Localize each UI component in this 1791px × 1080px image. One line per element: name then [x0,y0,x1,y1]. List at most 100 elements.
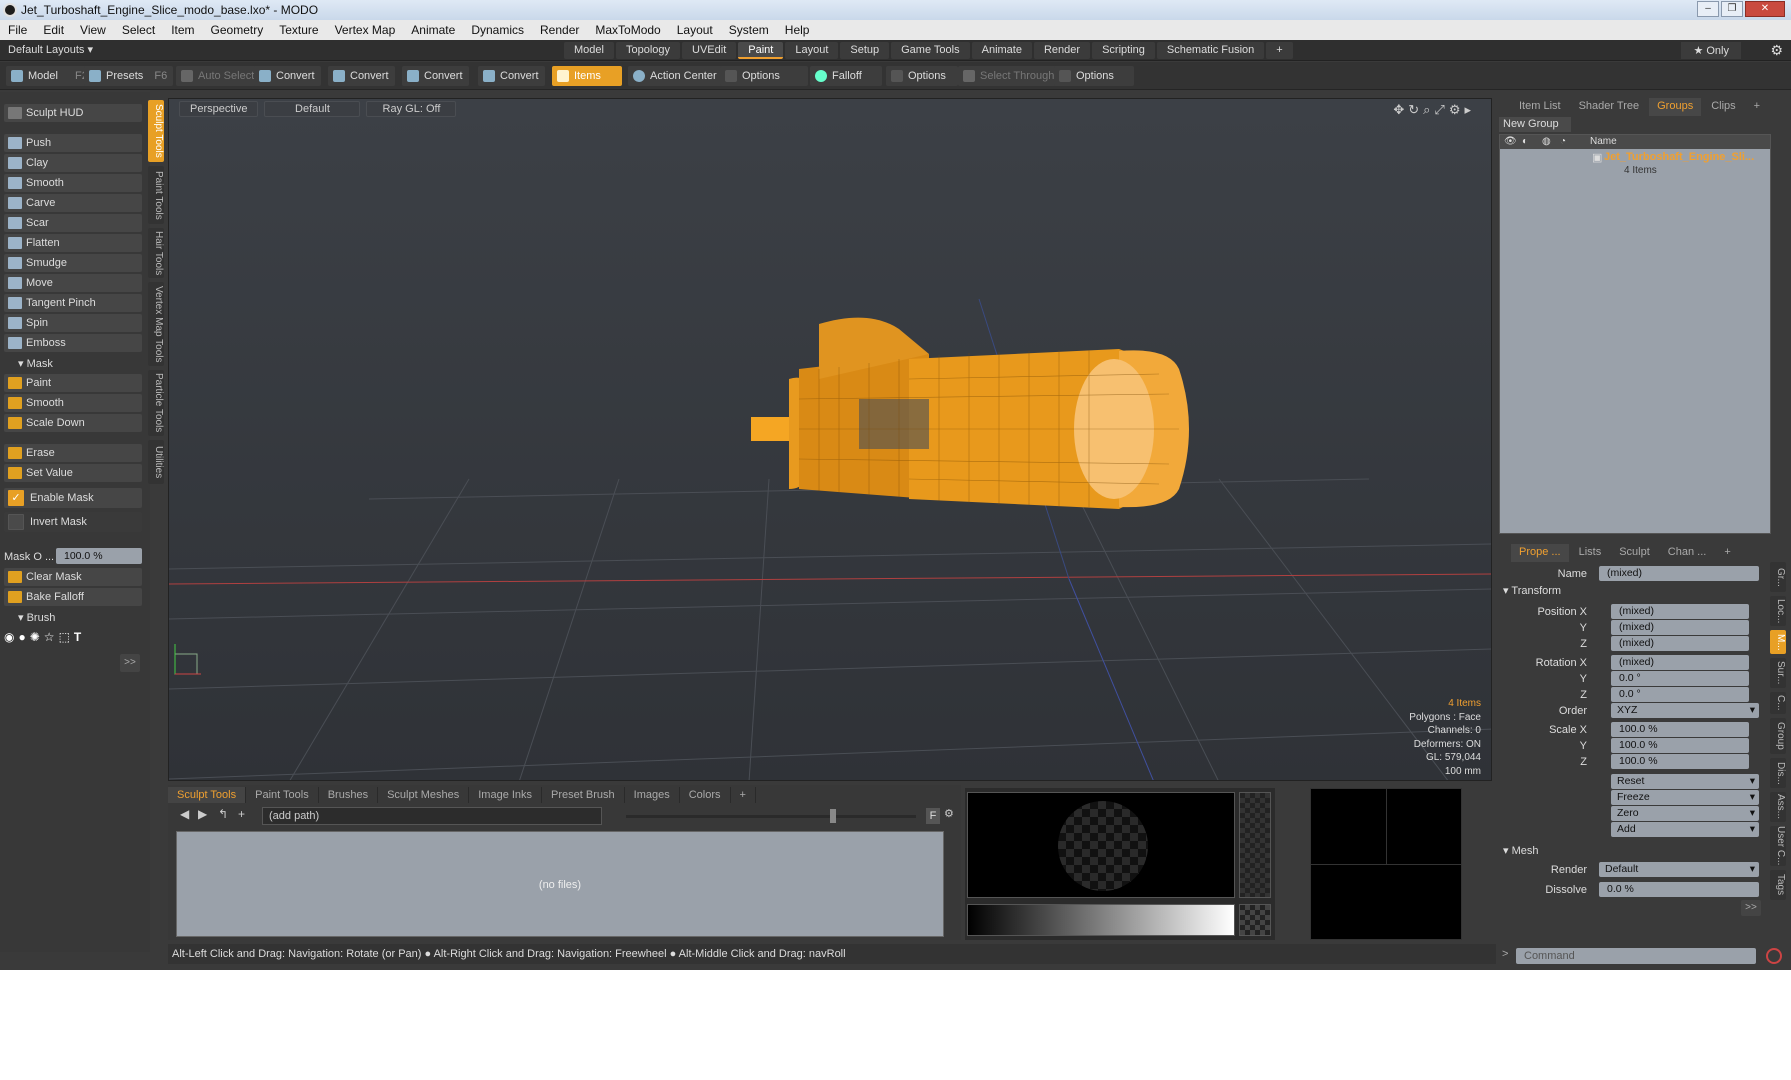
tab-render[interactable]: Render [1033,42,1091,59]
menu-layout[interactable]: Layout [669,23,721,37]
tool-smudge[interactable]: Smudge [4,254,142,272]
more-button[interactable]: >> [120,654,140,672]
tab-preset-brush[interactable]: Preset Brush [542,787,625,803]
action-center-button[interactable]: Action Center [628,66,723,86]
tab-groups[interactable]: Groups [1649,98,1702,116]
menu-select[interactable]: Select [114,23,163,37]
menu-geometry[interactable]: Geometry [203,23,272,37]
vtab-utilities[interactable]: Utilities [148,440,164,484]
menu-system[interactable]: System [721,23,777,37]
rotation-x-field[interactable]: (mixed) [1611,655,1749,670]
select-through-button[interactable]: Select Through [958,66,1061,86]
vtab-ass[interactable]: Ass... [1770,792,1786,822]
tool-flatten[interactable]: Flatten [4,234,142,252]
mesh-section-header[interactable]: ▾ Mesh [1503,844,1538,857]
add-dropdown[interactable]: Add ▾ [1611,822,1759,837]
vtab-gr[interactable]: Gr... [1770,562,1786,592]
render-dropdown[interactable]: Default ▾ [1599,862,1759,877]
clear-mask-button[interactable]: Clear Mask [4,568,142,586]
file-browser-area[interactable]: (no files) [176,831,944,937]
freeze-dropdown[interactable]: Freeze ▾ [1611,790,1759,805]
text-brush-icon[interactable]: T [74,630,81,650]
auto-select-button[interactable]: Auto Select [176,66,261,86]
tab-shader-tree[interactable]: Shader Tree [1571,98,1648,116]
vtab-group[interactable]: Group [1770,718,1786,754]
mask-scale-down-button[interactable]: Scale Down [4,414,142,432]
convert-materials-button[interactable]: Convert [478,66,545,86]
thumbnail-size-slider[interactable] [626,815,916,818]
menu-view[interactable]: View [72,23,114,37]
tab-uvedit[interactable]: UVEdit [682,42,737,59]
engine-wireframe-mesh[interactable] [751,317,1189,509]
presets-button[interactable]: Presets F6 [84,66,174,86]
hard-brush-icon[interactable]: ● [18,630,25,650]
up-folder-icon[interactable]: ↰ [218,807,228,821]
tool-carve[interactable]: Carve [4,194,142,212]
brush-section-header[interactable]: ▾ Brush [4,610,142,626]
forward-arrow-icon[interactable]: ▶ [198,807,207,821]
default-layouts-dropdown[interactable]: Default Layouts ▾ [8,43,93,56]
tab-model[interactable]: Model [564,42,614,59]
menu-maxtomodo[interactable]: MaxToModo [587,23,668,37]
tab-paint[interactable]: Paint [738,42,784,59]
add-props-tab-button[interactable]: + [1716,544,1738,562]
tab-brushes[interactable]: Brushes [319,787,379,803]
menu-edit[interactable]: Edit [35,23,72,37]
tab-item-list[interactable]: Item List [1511,98,1569,116]
mask-section-header[interactable]: ▾ Mask [4,356,142,372]
splat-brush-icon[interactable]: ✺ [30,630,40,650]
add-panel-tab-button[interactable]: + [1746,98,1768,116]
items-mode-button[interactable]: Items [552,66,622,86]
action-center-options-button[interactable]: Options [720,66,808,86]
vtab-hair-tools[interactable]: Hair Tools [148,228,164,278]
invert-mask-checkbox[interactable]: Invert Mask [4,512,142,532]
add-path-icon[interactable]: + [238,807,245,821]
tab-clips[interactable]: Clips [1703,98,1743,116]
more-props-button[interactable]: >> [1741,900,1761,916]
tab-paint-tools-presets[interactable]: Paint Tools [246,787,319,803]
vtab-m[interactable]: M... [1770,630,1786,654]
new-group-button[interactable]: New Group [1499,117,1571,132]
vtab-dis[interactable]: Dis... [1770,758,1786,788]
minimize-button[interactable]: – [1697,1,1719,17]
path-dropdown[interactable]: (add path) [262,807,602,825]
tab-channels[interactable]: Chan ... [1660,544,1715,562]
vtab-sculpt-tools[interactable]: Sculpt Tools [148,100,164,162]
tool-spin[interactable]: Spin [4,314,142,332]
erase-button[interactable]: Erase [4,444,142,462]
tool-emboss[interactable]: Emboss [4,334,142,352]
select-through-options-button[interactable]: Options [1054,66,1134,86]
mask-smooth-button[interactable]: Smooth [4,394,142,412]
menu-vertex-map[interactable]: Vertex Map [327,23,404,37]
back-arrow-icon[interactable]: ◀ [180,807,189,821]
mask-paint-button[interactable]: Paint [4,374,142,392]
tab-animate[interactable]: Animate [971,42,1032,59]
tab-setup[interactable]: Setup [840,42,890,59]
name-field[interactable]: (mixed) [1599,566,1759,581]
enable-mask-checkbox[interactable]: ✓ Enable Mask [4,488,142,508]
tool-scar[interactable]: Scar [4,214,142,232]
tab-sculpt-tools-presets[interactable]: Sculpt Tools [168,787,247,803]
menu-animate[interactable]: Animate [403,23,463,37]
tab-lists[interactable]: Lists [1571,544,1610,562]
preset-settings-icon[interactable]: ⚙ [944,807,954,820]
vtab-loc[interactable]: Loc... [1770,596,1786,626]
tab-sculpt-meshes[interactable]: Sculpt Meshes [378,787,470,803]
reset-dropdown[interactable]: Reset ▾ [1611,774,1759,789]
menu-help[interactable]: Help [777,23,818,37]
menu-item[interactable]: Item [163,23,202,37]
convert-vertices-button[interactable]: Convert [254,66,321,86]
vtab-c[interactable]: C... [1770,692,1786,714]
add-preset-tab-button[interactable]: + [731,787,756,803]
visibility-eye-icon[interactable]: 👁 [1504,135,1517,149]
gear-icon[interactable]: ⚙ [1770,42,1783,59]
command-input[interactable]: Command [1516,948,1756,964]
tool-clay[interactable]: Clay [4,154,142,172]
mask-opacity-field[interactable]: 100.0 % [56,548,142,564]
vtab-vertex-map-tools[interactable]: Vertex Map Tools [148,282,164,366]
star-brush-icon[interactable]: ☆ [44,630,55,650]
tool-smooth[interactable]: Smooth [4,174,142,192]
slider-handle[interactable] [830,809,836,823]
tab-layout[interactable]: Layout [785,42,839,59]
maximize-button[interactable]: ❐ [1721,1,1743,17]
